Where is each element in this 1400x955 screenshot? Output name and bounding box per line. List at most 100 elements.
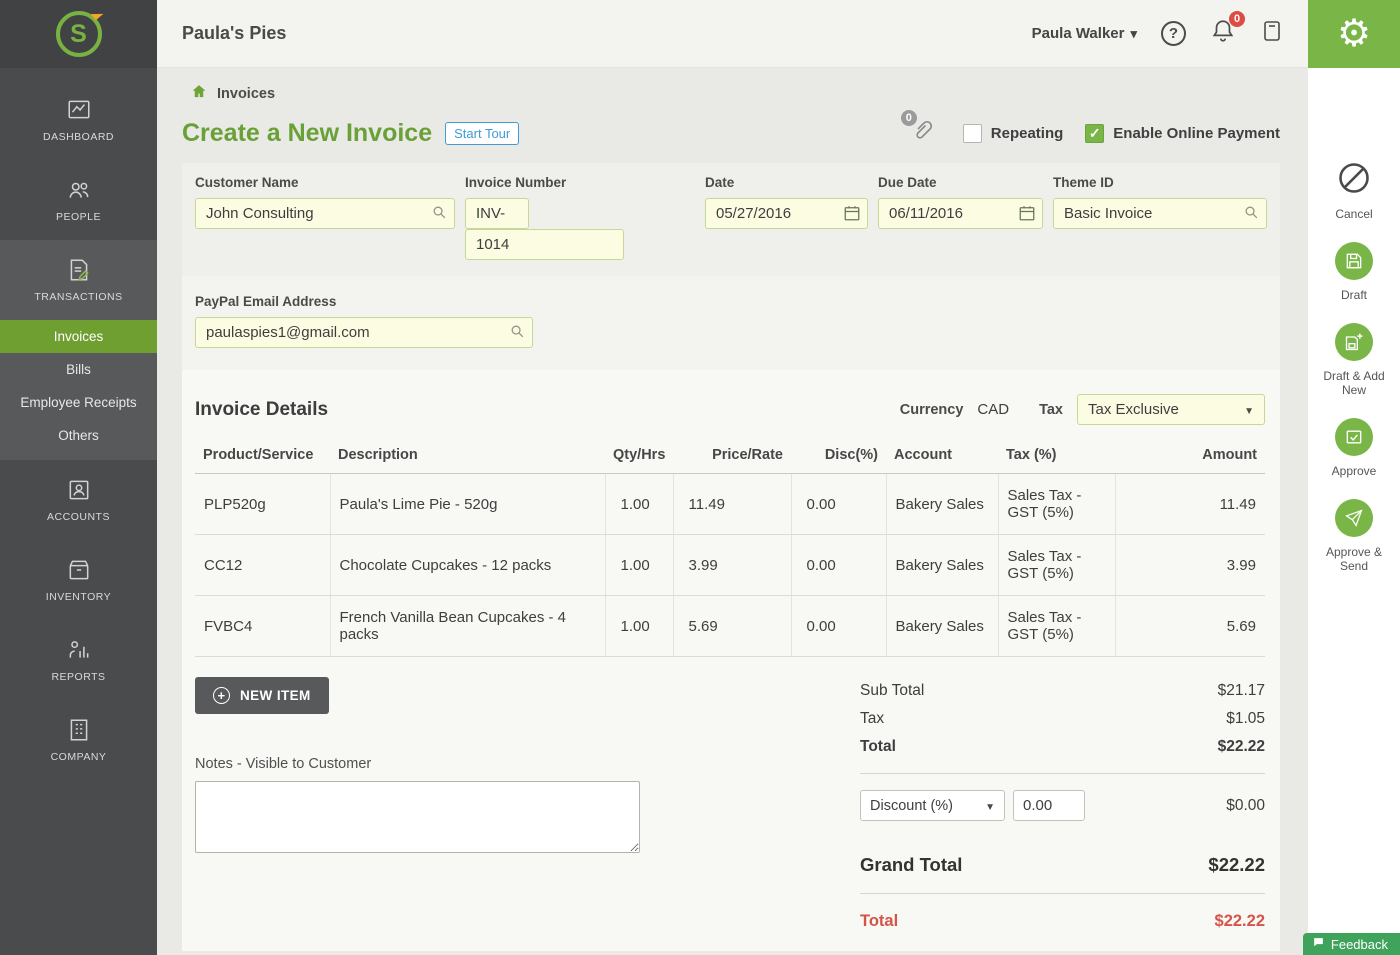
repeating-label: Repeating [991,125,1064,142]
sidebar-item-company[interactable]: COMPANY [0,700,157,780]
calendar-icon[interactable] [843,204,861,227]
calendar-icon[interactable] [1018,204,1036,227]
line-items-table: Product/Service Description Qty/Hrs Pric… [195,441,1265,657]
cell-disc[interactable]: 0.00 [791,474,886,535]
customer-name-label: Customer Name [195,175,455,190]
cell-tax[interactable]: Sales Tax - GST (5%) [998,535,1115,596]
invoice-number-field-group: Invoice Number INV- [465,175,695,260]
help-button[interactable]: ? [1161,21,1186,46]
inventory-icon [66,557,92,583]
cell-qty[interactable]: 1.00 [605,474,673,535]
cell-product[interactable]: CC12 [195,535,330,596]
final-total-label: Total [860,912,898,931]
left-sidebar: S DASHBOARD PEOPLE TRANSACTIONS I [0,0,157,955]
cell-qty[interactable]: 1.00 [605,535,673,596]
cell-disc[interactable]: 0.00 [791,596,886,657]
breadcrumb: Invoices [190,83,1308,104]
customer-name-input[interactable] [195,198,455,229]
sidebar-item-others[interactable]: Others [0,419,157,452]
date-field-group: Date [705,175,868,260]
notes-textarea[interactable] [195,781,640,853]
col-amount: Amount [1115,441,1265,474]
feedback-button[interactable]: Feedback [1303,933,1400,955]
cell-account[interactable]: Bakery Sales [886,474,998,535]
sidebar-item-dashboard[interactable]: DASHBOARD [0,80,157,160]
discount-input[interactable] [1013,790,1085,821]
user-menu[interactable]: Paula Walker [1032,25,1137,42]
due-date-label: Due Date [878,175,1043,190]
search-icon[interactable] [509,323,526,345]
totals-section: Sub Total $21.17 Tax $1.05 Total $22.22 … [860,677,1265,937]
sidebar-item-transactions[interactable]: TRANSACTIONS [0,240,157,320]
settings-button[interactable] [1308,0,1400,68]
online-payment-checkbox[interactable] [1085,124,1104,143]
home-icon[interactable] [190,83,208,104]
company-name: Paula's Pies [182,23,286,44]
due-date-field-group: Due Date [878,175,1043,260]
sidebar-item-invoices[interactable]: Invoices [0,320,157,353]
cell-price[interactable]: 11.49 [673,474,791,535]
sidebar-label: REPORTS [51,671,105,683]
cancel-button[interactable]: Cancel [1312,160,1396,221]
col-disc: Disc(%) [791,441,886,474]
subnav-label: Bills [66,362,91,377]
repeating-checkbox[interactable] [963,124,982,143]
theme-field-group: Theme ID [1053,175,1267,260]
attachment-badge: 0 [901,110,917,126]
invoice-prefix: INV- [465,198,529,229]
repeating-option: Repeating [963,124,1064,143]
subnav-label: Invoices [54,329,104,344]
cell-qty[interactable]: 1.00 [605,596,673,657]
col-account: Account [886,441,998,474]
new-item-button[interactable]: NEW ITEM [195,677,329,714]
cell-product[interactable]: PLP520g [195,474,330,535]
draft-add-new-button[interactable]: Draft & Add New [1312,323,1396,397]
sidebar-item-people[interactable]: PEOPLE [0,160,157,240]
sidebar-item-inventory[interactable]: INVENTORY [0,540,157,620]
cell-description[interactable]: Chocolate Cupcakes - 12 packs [330,535,605,596]
cell-account[interactable]: Bakery Sales [886,596,998,657]
paypal-email-input[interactable] [195,317,533,348]
approve-send-button[interactable]: Approve & Send [1312,499,1396,573]
cell-account[interactable]: Bakery Sales [886,535,998,596]
cell-tax[interactable]: Sales Tax - GST (5%) [998,474,1115,535]
sidebar-item-bills[interactable]: Bills [0,353,157,386]
cell-description[interactable]: Paula's Lime Pie - 520g [330,474,605,535]
approve-button[interactable]: Approve [1312,418,1396,478]
sidebar-item-reports[interactable]: REPORTS [0,620,157,700]
table-header-row: Product/Service Description Qty/Hrs Pric… [195,441,1265,474]
logo-flag-icon [90,8,103,21]
col-price: Price/Rate [673,441,791,474]
cell-product[interactable]: FVBC4 [195,596,330,657]
breadcrumb-invoices[interactable]: Invoices [217,86,275,102]
search-icon[interactable] [431,204,448,226]
cell-disc[interactable]: 0.00 [791,535,886,596]
notes-label: Notes - Visible to Customer [195,756,655,772]
attachments-button[interactable]: 0 [911,119,935,148]
search-icon[interactable] [1243,204,1260,226]
cell-price[interactable]: 3.99 [673,535,791,596]
invoice-number-input[interactable] [465,229,624,260]
main-content: Invoices Create a New Invoice Start Tour… [157,68,1308,955]
chevron-down-icon [1244,401,1254,418]
cell-tax[interactable]: Sales Tax - GST (5%) [998,596,1115,657]
new-item-label: NEW ITEM [240,688,311,703]
theme-input[interactable] [1053,198,1267,229]
cell-price[interactable]: 5.69 [673,596,791,657]
app-logo[interactable]: S [0,0,157,68]
journal-button[interactable] [1260,18,1284,49]
start-tour-button[interactable]: Start Tour [445,122,519,145]
grand-total-label: Grand Total [860,854,962,876]
tax-mode-select[interactable]: Tax Exclusive [1077,394,1265,425]
sidebar-item-accounts[interactable]: ACCOUNTS [0,460,157,540]
draft-add-icon [1335,323,1373,361]
accounts-icon [66,477,92,503]
grand-total-value: $22.22 [1208,854,1265,876]
sidebar-item-employee-receipts[interactable]: Employee Receipts [0,386,157,419]
cell-description[interactable]: French Vanilla Bean Cupcakes - 4 packs [330,596,605,657]
notifications-button[interactable]: 0 [1210,18,1236,49]
draft-button[interactable]: Draft [1312,242,1396,302]
table-row: CC12 Chocolate Cupcakes - 12 packs 1.00 … [195,535,1265,596]
discount-type-select[interactable]: Discount (%) [860,790,1005,821]
col-tax: Tax (%) [998,441,1115,474]
